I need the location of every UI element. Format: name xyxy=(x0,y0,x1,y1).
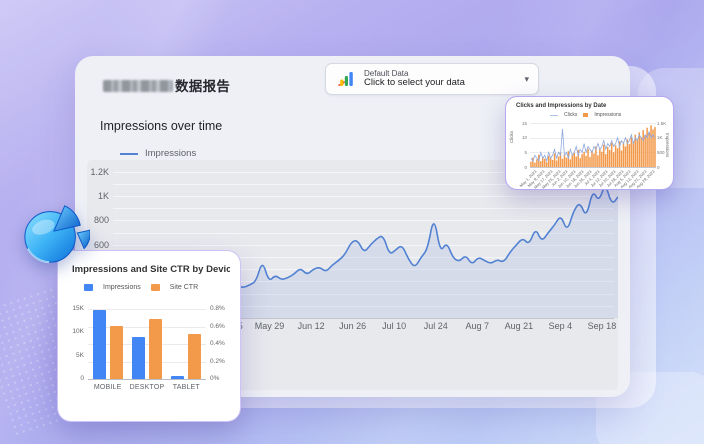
canvas: 数据报告 Default Data Click to select your d… xyxy=(0,0,704,444)
bar-site-ctr-tablet xyxy=(188,334,201,379)
combo-right-tick-label: 0 xyxy=(657,165,660,170)
device-right-tick-label: 0.8% xyxy=(210,305,225,312)
combo-series xyxy=(530,123,656,167)
combo-right-tick-label: 500 xyxy=(657,150,665,155)
data-source-selector[interactable]: Default Data Click to select your data ▾ xyxy=(325,63,539,95)
device-right-tick-label: 0% xyxy=(210,375,219,382)
gridline xyxy=(530,167,656,168)
combo-right-tick-label: 1.5K xyxy=(657,121,666,126)
report-title-text: 数据报告 xyxy=(175,79,230,94)
clicks-impressions-card: Clicks and Impressions by Date Clicks Im… xyxy=(505,96,674,190)
bar-site-ctr-desktop xyxy=(149,319,162,379)
report-title: 数据报告 xyxy=(103,75,230,95)
device-right-tick-label: 0.2% xyxy=(210,358,225,365)
x-axis-tick-label: Aug 21 xyxy=(505,321,534,331)
x-axis-tick-label: Jun 12 xyxy=(298,321,325,331)
x-axis-tick-label: Aug 7 xyxy=(466,321,490,331)
main-chart-legend: Impressions xyxy=(120,148,196,159)
x-axis-tick-label: Jul 10 xyxy=(382,321,406,331)
device-category-label: TABLET xyxy=(173,384,200,391)
x-axis-tick-label: Sep 18 xyxy=(588,321,617,331)
x-axis-tick-label: Jun 26 xyxy=(339,321,366,331)
bar-site-ctr-mobile xyxy=(110,326,123,379)
combo-left-tick-label: 5 xyxy=(514,150,527,155)
device-left-tick-label: 15K xyxy=(58,305,84,312)
main-chart-title: Impressions over time xyxy=(100,119,222,133)
x-axis-tick-label: Jul 24 xyxy=(424,321,448,331)
bar-impressions-desktop xyxy=(132,337,145,379)
y-axis-tick-label: 600 xyxy=(87,240,109,250)
clicks-impressions-chart: 1510501.5K1K5000May 1, 2023May 9, 2023Ma… xyxy=(506,97,673,189)
device-left-tick-label: 0 xyxy=(58,375,84,382)
y-axis-tick-label: 800 xyxy=(87,215,109,225)
redacted-title-prefix xyxy=(103,80,173,92)
bar-impressions-tablet xyxy=(171,376,184,379)
gridline xyxy=(88,327,206,328)
pie-chart-3d-icon xyxy=(20,200,90,268)
device-category-label: MOBILE xyxy=(94,384,122,391)
gridline xyxy=(88,309,206,310)
device-right-tick-label: 0.6% xyxy=(210,323,225,330)
bar-impressions-mobile xyxy=(93,310,106,379)
device-right-tick-label: 0.4% xyxy=(210,340,225,347)
chevron-down-icon: ▾ xyxy=(524,74,529,85)
legend-label: Impressions xyxy=(145,148,196,159)
selector-text: Default Data Click to select your data xyxy=(364,69,524,89)
combo-right-tick-label: 1K xyxy=(657,135,663,140)
combo-left-tick-label: 10 xyxy=(514,135,527,140)
device-ctr-card: Impressions and Site CTR by Device Cate.… xyxy=(57,250,241,422)
gridline xyxy=(88,379,206,380)
device-category-label: DESKTOP xyxy=(130,384,165,391)
combo-left-tick-label: 15 xyxy=(514,121,527,126)
analytics-logo-icon xyxy=(336,69,356,89)
x-axis-tick-label: May 29 xyxy=(255,321,285,331)
device-bar-chart: 0 5K 10K 15K 0% 0.2% 0.4% 0.6% 0.8% MOBILE DESKTOP… xyxy=(58,251,240,421)
x-axis-tick-label: Sep 4 xyxy=(549,321,573,331)
device-left-tick-label: 5K xyxy=(58,352,84,359)
y-axis-tick-label: 1K xyxy=(87,191,109,201)
combo-left-tick-label: 0 xyxy=(514,165,527,170)
y-axis-tick-label: 1.2K xyxy=(87,167,109,177)
legend-line-swatch xyxy=(120,153,138,155)
selector-secondary-label: Click to select your data xyxy=(364,78,524,89)
device-left-tick-label: 10K xyxy=(58,328,84,335)
